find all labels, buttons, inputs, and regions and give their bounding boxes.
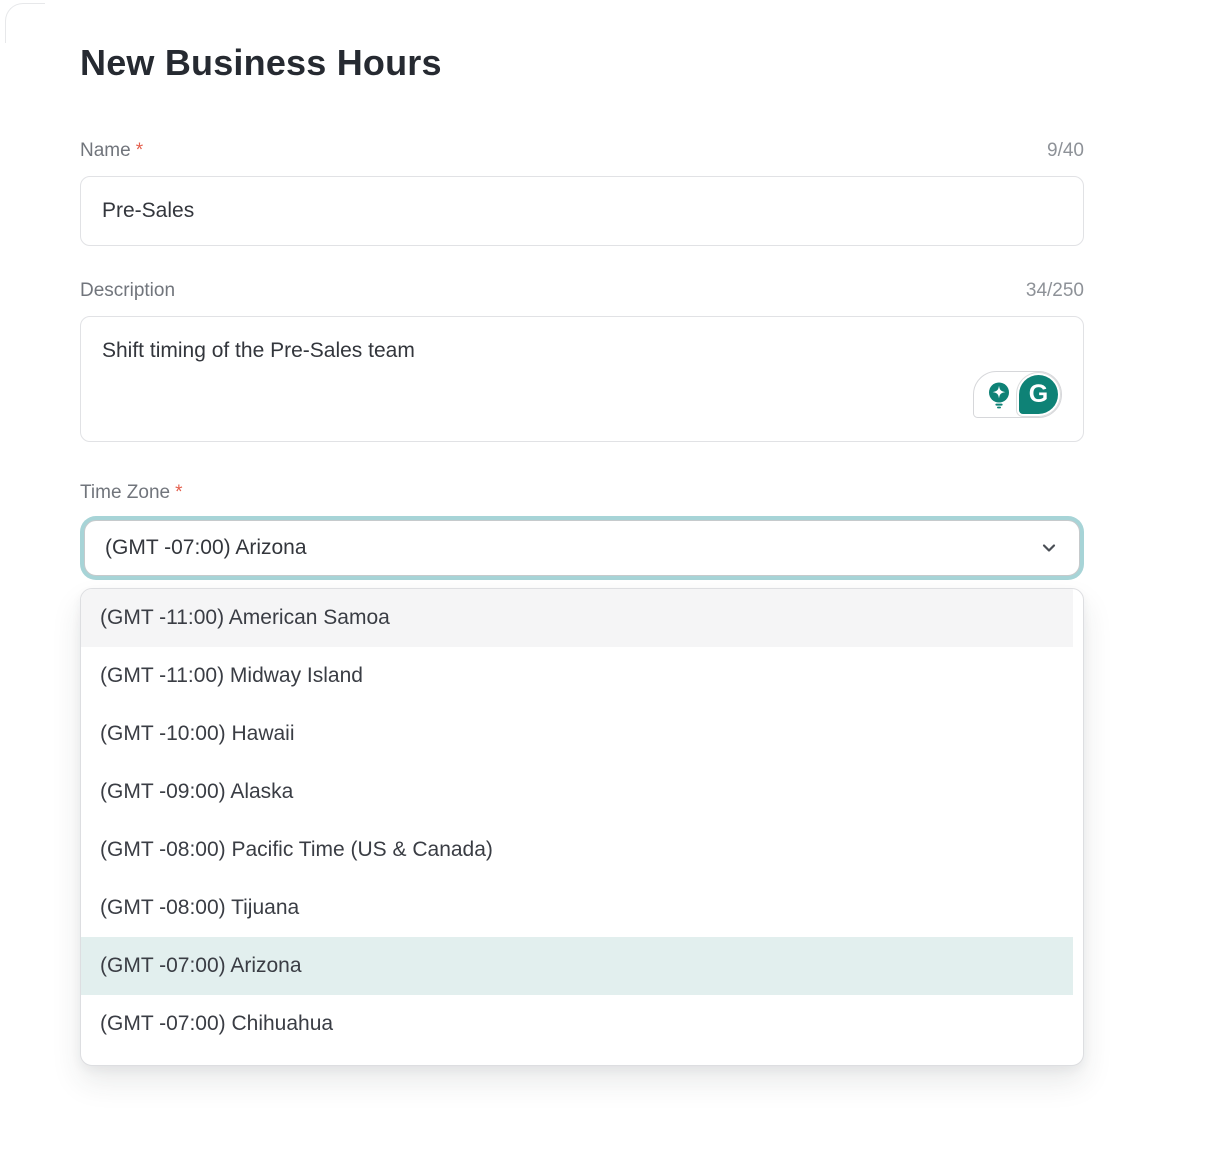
description-field-group: Description 34/250 Shift timing of the P… xyxy=(80,280,1084,442)
grammarly-logo-letter: G xyxy=(1029,380,1048,409)
timezone-label-text: Time Zone xyxy=(80,482,170,503)
chevron-down-icon xyxy=(1039,538,1059,558)
timezone-option[interactable]: (GMT -08:00) Tijuana xyxy=(81,879,1073,937)
grammarly-logo-icon: G xyxy=(1019,375,1058,414)
timezone-label: Time Zone* xyxy=(80,482,183,504)
description-textarea[interactable]: Shift timing of the Pre-Sales team xyxy=(80,316,1084,442)
timezone-option[interactable]: (GMT -10:00) Hawaii xyxy=(81,705,1073,763)
timezone-required-asterisk: * xyxy=(175,482,182,503)
name-input[interactable] xyxy=(80,176,1084,246)
name-required-asterisk: * xyxy=(136,140,143,161)
timezone-option[interactable]: (GMT -07:00) Arizona xyxy=(81,937,1073,995)
timezone-option[interactable]: (GMT -11:00) American Samoa xyxy=(81,589,1073,647)
description-label: Description xyxy=(80,280,175,302)
timezone-option[interactable]: (GMT -11:00) Midway Island xyxy=(81,647,1073,705)
timezone-field-group: Time Zone* (GMT -07:00) Arizona (GMT -11… xyxy=(80,482,1084,1066)
timezone-dropdown-list: (GMT -11:00) American Samoa(GMT -11:00) … xyxy=(80,588,1084,1066)
grammarly-widget[interactable]: G xyxy=(973,371,1062,418)
timezone-option[interactable]: (GMT -07:00) Chihuahua xyxy=(81,995,1073,1053)
name-char-counter: 9/40 xyxy=(1047,140,1084,162)
description-field-head: Description 34/250 xyxy=(80,280,1084,302)
description-textarea-wrap: Shift timing of the Pre-Sales team G xyxy=(80,316,1084,442)
grammarly-suggestion-bulb-icon xyxy=(985,381,1013,409)
new-business-hours-form: New Business Hours Name* 9/40 Descriptio… xyxy=(80,42,1084,1066)
modal-top-left-corner xyxy=(5,3,45,43)
description-char-counter: 34/250 xyxy=(1026,280,1084,302)
timezone-option[interactable]: (GMT -08:00) Pacific Time (US & Canada) xyxy=(81,821,1073,879)
name-label: Name* xyxy=(80,140,143,162)
timezone-field-head: Time Zone* xyxy=(80,482,1084,504)
name-field-group: Name* 9/40 xyxy=(80,140,1084,246)
timezone-select[interactable]: (GMT -07:00) Arizona xyxy=(84,520,1080,576)
name-label-text: Name xyxy=(80,140,131,161)
timezone-selected-value: (GMT -07:00) Arizona xyxy=(105,536,307,560)
page-title: New Business Hours xyxy=(80,42,1084,84)
name-field-head: Name* 9/40 xyxy=(80,140,1084,162)
timezone-option[interactable]: (GMT -09:00) Alaska xyxy=(81,763,1073,821)
